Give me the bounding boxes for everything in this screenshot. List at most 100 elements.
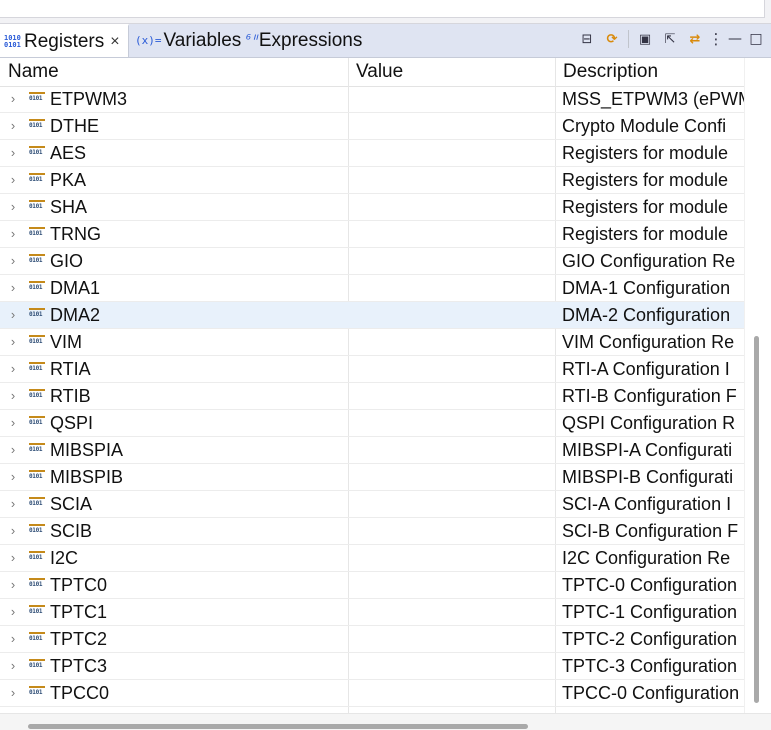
- table-row[interactable]: › 0101 SCIB SCI-B Configuration F: [0, 518, 744, 545]
- register-description: DMA-2 Configuration: [562, 305, 731, 325]
- register-value[interactable]: [349, 518, 554, 544]
- expand-chevron-icon[interactable]: ›: [6, 221, 20, 247]
- register-name: ETPWM3: [50, 89, 128, 109]
- expand-chevron-icon[interactable]: ›: [6, 518, 20, 544]
- expand-chevron-icon[interactable]: ›: [6, 275, 20, 301]
- sync-icon[interactable]: ⇄: [684, 28, 706, 50]
- expand-chevron-icon[interactable]: ›: [6, 410, 20, 436]
- table-row[interactable]: › 0101 GIO GIO Configuration Re: [0, 248, 744, 275]
- table-row[interactable]: › 0101 TPTC1 TPTC-1 Configuration: [0, 599, 744, 626]
- register-description: GIO Configuration Re: [562, 251, 736, 271]
- register-value[interactable]: [349, 356, 554, 382]
- expand-chevron-icon[interactable]: ›: [6, 86, 20, 112]
- register-value[interactable]: [349, 275, 554, 301]
- register-group-icon: 0101: [29, 362, 45, 376]
- register-value[interactable]: [349, 221, 554, 247]
- register-value[interactable]: [349, 194, 554, 220]
- table-row[interactable]: › 0101 AES Registers for module: [0, 140, 744, 167]
- export-icon[interactable]: ⇱: [659, 28, 681, 50]
- register-group-icon: 0101: [29, 335, 45, 349]
- expand-chevron-icon[interactable]: ›: [6, 248, 20, 274]
- register-value[interactable]: [349, 599, 554, 625]
- register-value[interactable]: [349, 680, 554, 706]
- register-value[interactable]: [349, 437, 554, 463]
- register-name: TPCC0: [50, 683, 110, 703]
- minimize-icon[interactable]: —: [726, 28, 744, 50]
- register-value[interactable]: [349, 653, 554, 679]
- register-value[interactable]: [349, 383, 554, 409]
- register-value[interactable]: [349, 86, 554, 112]
- registers-icon: 1010 0101: [4, 33, 21, 49]
- expand-chevron-icon[interactable]: ›: [6, 491, 20, 517]
- table-row[interactable]: › 0101 RTIA RTI-A Configuration I: [0, 356, 744, 383]
- expand-chevron-icon[interactable]: ›: [6, 113, 20, 139]
- expand-chevron-icon[interactable]: ›: [6, 437, 20, 463]
- register-value[interactable]: [349, 545, 554, 571]
- table-row[interactable]: › 0101 TPTC2 TPTC-2 Configuration: [0, 626, 744, 653]
- register-value[interactable]: [349, 491, 554, 517]
- register-value[interactable]: [349, 464, 554, 490]
- maximize-icon[interactable]: □: [747, 28, 765, 50]
- table-row[interactable]: › 0101 PKA Registers for module: [0, 167, 744, 194]
- register-name: PKA: [50, 170, 87, 190]
- expand-chevron-icon[interactable]: ›: [6, 140, 20, 166]
- register-value[interactable]: [349, 329, 554, 355]
- table-row[interactable]: › 0101 SHA Registers for module: [0, 194, 744, 221]
- expand-chevron-icon[interactable]: ›: [6, 194, 20, 220]
- tab-variables[interactable]: (x)= Variables: [131, 24, 241, 57]
- tab-registers[interactable]: 1010 0101 Registers ×: [0, 24, 129, 57]
- table-row[interactable]: › 0101 MIBSPIA MIBSPI-A Configurati: [0, 437, 744, 464]
- expand-chevron-icon[interactable]: ›: [6, 464, 20, 490]
- expand-chevron-icon[interactable]: ›: [6, 599, 20, 625]
- register-group-icon: 0101: [29, 173, 45, 187]
- collapse-all-icon[interactable]: ⊟: [576, 28, 598, 50]
- register-value[interactable]: [349, 167, 554, 193]
- expand-chevron-icon[interactable]: ›: [6, 545, 20, 571]
- register-value[interactable]: [349, 248, 554, 274]
- table-row[interactable]: › 0101 RTIB RTI-B Configuration F: [0, 383, 744, 410]
- expand-chevron-icon[interactable]: ›: [6, 302, 20, 328]
- table-row[interactable]: › 0101 MIBSPIB MIBSPI-B Configurati: [0, 464, 744, 491]
- expand-chevron-icon[interactable]: ›: [6, 167, 20, 193]
- registers-table: Name Value Description › 0101 ETPWM3 MSS_ET…: [0, 58, 744, 713]
- tab-variables-label: Variables: [163, 29, 242, 51]
- expand-chevron-icon[interactable]: ›: [6, 356, 20, 382]
- column-header-name[interactable]: Name: [0, 58, 348, 86]
- horizontal-scroll-thumb[interactable]: [28, 724, 528, 729]
- expand-chevron-icon[interactable]: ›: [6, 626, 20, 652]
- view-menu-icon[interactable]: ⋮: [709, 28, 724, 50]
- table-row[interactable]: › 0101 TRNG Registers for module: [0, 221, 744, 248]
- register-group-icon: 0101: [29, 659, 45, 673]
- vertical-scroll-thumb[interactable]: [754, 336, 759, 703]
- table-row[interactable]: › 0101 QSPI QSPI Configuration R: [0, 410, 744, 437]
- refresh-icon[interactable]: ⟳: [601, 28, 623, 50]
- register-value[interactable]: [349, 140, 554, 166]
- expand-chevron-icon[interactable]: ›: [6, 680, 20, 706]
- register-value[interactable]: [349, 113, 554, 139]
- column-header-value[interactable]: Value: [348, 58, 555, 86]
- expand-chevron-icon[interactable]: ›: [6, 383, 20, 409]
- column-header-description[interactable]: Description: [555, 58, 744, 86]
- register-value[interactable]: [349, 302, 554, 328]
- table-row[interactable]: › 0101 I2C I2C Configuration Re: [0, 545, 744, 572]
- tab-expressions[interactable]: ⁶ᐦ Expressions: [240, 24, 362, 57]
- register-value[interactable]: [349, 626, 554, 652]
- expand-chevron-icon[interactable]: ›: [6, 572, 20, 598]
- expand-chevron-icon[interactable]: ›: [6, 329, 20, 355]
- expand-chevron-icon[interactable]: ›: [6, 653, 20, 679]
- new-group-icon[interactable]: ▣: [634, 28, 656, 50]
- table-row[interactable]: › 0101 DMA1 DMA-1 Configuration: [0, 275, 744, 302]
- table-row[interactable]: › 0101 VIM VIM Configuration Re: [0, 329, 744, 356]
- table-row[interactable]: › 0101 TPTC0 TPTC-0 Configuration: [0, 572, 744, 599]
- register-value[interactable]: [349, 410, 554, 436]
- table-row[interactable]: › 0101 TPTC3 TPTC-3 Configuration: [0, 653, 744, 680]
- register-value[interactable]: [349, 572, 554, 598]
- register-description: MIBSPI-A Configurati: [562, 440, 733, 460]
- register-description: SCI-B Configuration F: [562, 521, 739, 541]
- table-row[interactable]: › 0101 ETPWM3 MSS_ETPWM3 (ePWM: [0, 86, 744, 113]
- table-row[interactable]: › 0101 DMA2 DMA-2 Configuration: [0, 302, 744, 329]
- table-row[interactable]: › 0101 DTHE Crypto Module Confi: [0, 113, 744, 140]
- table-row[interactable]: › 0101 TPCC0 TPCC-0 Configuration: [0, 680, 744, 707]
- table-row[interactable]: › 0101 SCIA SCI-A Configuration I: [0, 491, 744, 518]
- close-icon[interactable]: ×: [110, 33, 119, 51]
